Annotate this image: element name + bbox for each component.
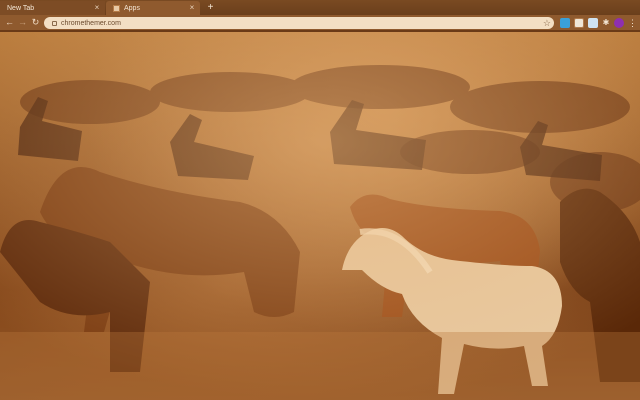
more-menu-icon[interactable]: ⋮ xyxy=(628,17,637,29)
maximize-button[interactable] xyxy=(600,0,620,12)
close-icon[interactable]: × xyxy=(188,4,196,12)
arrow-right-icon[interactable]: → xyxy=(17,17,28,28)
close-window-button[interactable] xyxy=(620,0,640,12)
horses-illustration xyxy=(0,32,640,400)
page-info-icon[interactable] xyxy=(52,20,57,26)
arrow-left-icon[interactable]: ← xyxy=(4,17,15,28)
new-tab-page-background xyxy=(0,32,640,400)
apps-icon xyxy=(113,4,120,12)
address-bar-url: chromethemer.com xyxy=(61,19,121,27)
toolbar: ← → ↻ chromethemer.com ☆ ✱ ⋮ xyxy=(0,15,640,31)
tab-label: Apps xyxy=(124,4,140,12)
tab-label: New Tab xyxy=(7,4,35,12)
tab-strip: New Tab × Apps × + xyxy=(0,0,640,15)
new-tab-button[interactable]: + xyxy=(205,2,216,13)
window-controls xyxy=(580,0,640,12)
star-icon[interactable]: ☆ xyxy=(543,17,551,29)
tab-apps[interactable]: Apps × xyxy=(106,1,200,15)
extension-icon[interactable] xyxy=(588,18,598,28)
minimize-button[interactable] xyxy=(580,0,600,12)
profile-avatar[interactable] xyxy=(614,18,624,28)
address-bar[interactable]: chromethemer.com ☆ xyxy=(44,17,554,29)
extension-icon[interactable] xyxy=(560,18,570,28)
extension-icon[interactable] xyxy=(574,18,584,28)
puzzle-icon[interactable]: ✱ xyxy=(601,18,611,28)
reload-icon[interactable]: ↻ xyxy=(30,17,41,28)
tab-new-tab[interactable]: New Tab × xyxy=(0,1,105,15)
close-icon[interactable]: × xyxy=(93,4,101,12)
